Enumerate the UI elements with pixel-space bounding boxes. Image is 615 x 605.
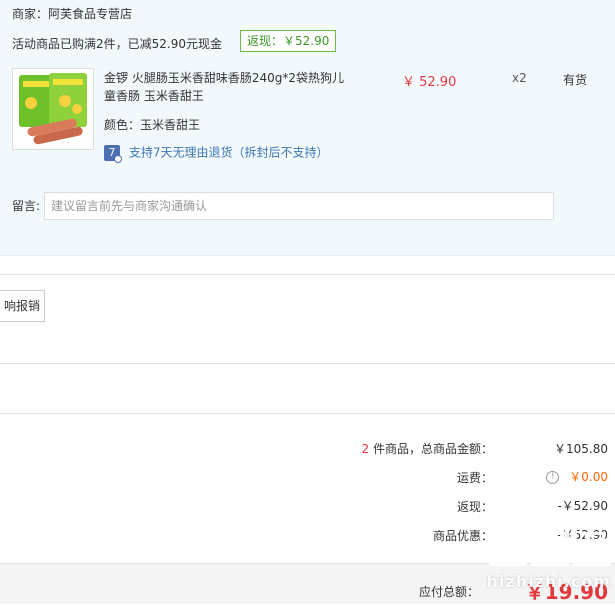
sausage-pack-image [13, 69, 93, 149]
goods-total: ￥105.80 [554, 442, 608, 456]
note-label: 留言: [12, 199, 41, 213]
watermark-glyph [531, 520, 569, 566]
rebate-value: -￥52.90 [557, 499, 608, 513]
product-name-link[interactable]: 金锣 火腿肠玉米香甜味香肠240g*2袋热狗儿童香肠 玉米香甜王 [104, 69, 354, 105]
promo-text: 活动商品已购满2件，已减52.90元现金 [12, 37, 222, 51]
shipping-label: 运费： [456, 471, 493, 485]
product-color: 颜色：玉米香甜王 [104, 118, 201, 132]
rebate-badge: 返现：￥52.90 [240, 30, 337, 52]
watermark-text: hizhizhi.com [486, 572, 611, 591]
shipping-value-row: ! ￥0.00 [546, 468, 608, 485]
goods-count-label: 2 件商品，总商品金额： [362, 440, 493, 457]
invoice-reimburse-button[interactable]: 响报销 [0, 290, 45, 322]
product-image[interactable] [12, 68, 94, 150]
invoice-reimburse-label: 响报销 [3, 299, 40, 313]
section-divider [0, 274, 615, 275]
watermark-glyph [489, 520, 527, 566]
watermark-logo [485, 520, 611, 569]
section-divider [0, 413, 615, 414]
merchant-name[interactable]: 商家：阿芙食品专营店 [12, 5, 132, 22]
shipping-value: ￥0.00 [569, 470, 608, 484]
note-input[interactable] [44, 192, 554, 220]
discount-label: 商品优惠： [432, 529, 493, 543]
product-quantity: x2 [512, 71, 527, 85]
info-icon[interactable]: ! [546, 471, 560, 484]
return-policy[interactable]: 7 支持7天无理由退货（拆封后不支持） [104, 143, 329, 163]
return-policy-text: 支持7天无理由退货（拆封后不支持） [128, 145, 329, 160]
section-divider [0, 363, 615, 364]
goods-count-text: 件商品，总商品金额： [369, 442, 493, 456]
stock-status: 有货 [563, 73, 588, 87]
payable-label: 应付总额： [418, 585, 479, 599]
watermark-glyph [573, 520, 611, 566]
rebate-label: 返现： [456, 500, 493, 514]
product-price: ￥ 52.90 [402, 75, 457, 90]
seven-day-return-icon: 7 [104, 144, 122, 163]
